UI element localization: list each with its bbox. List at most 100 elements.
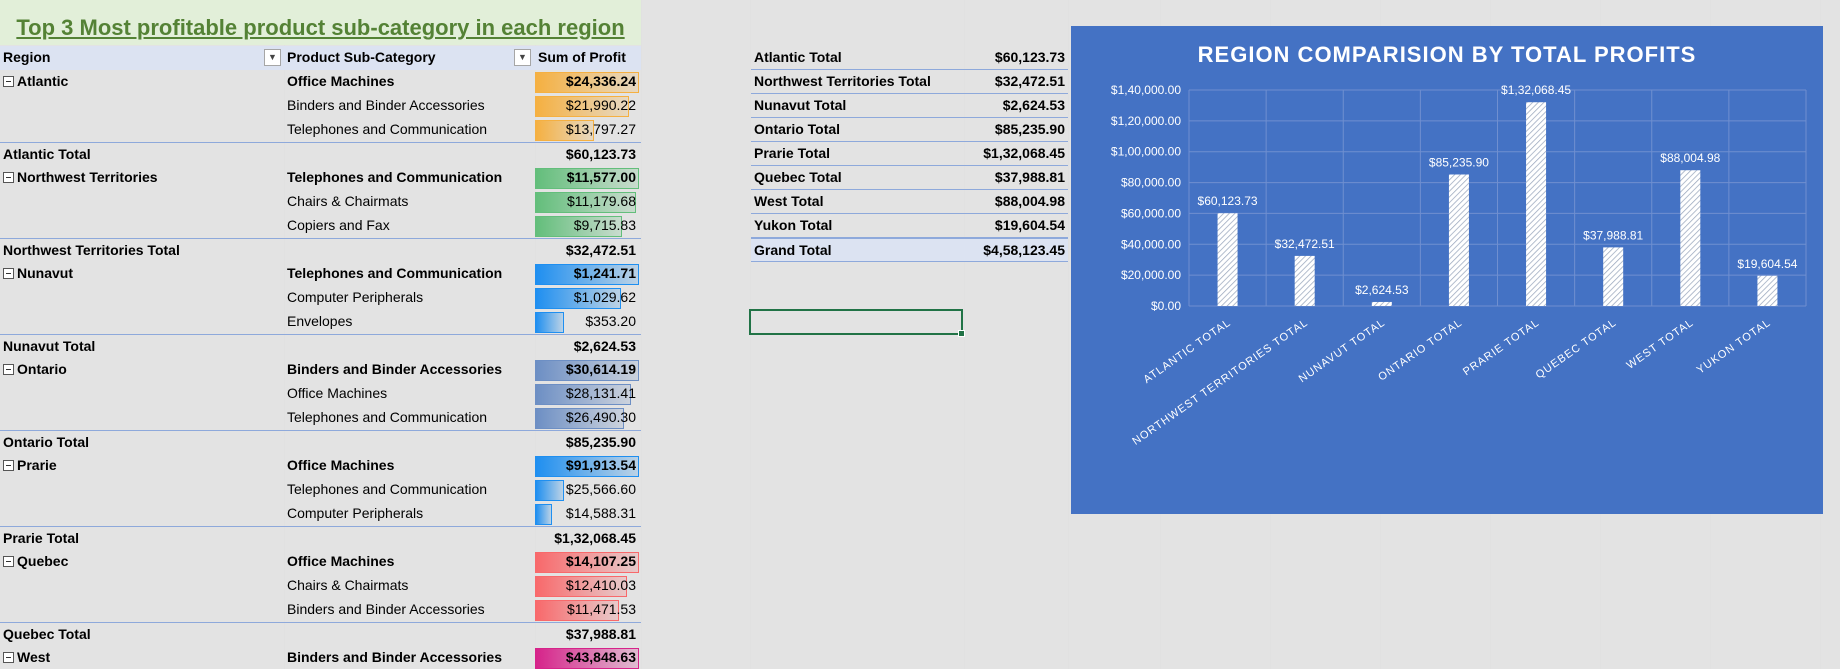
region-label[interactable]: Ontario: [3, 361, 67, 377]
collapse-toggle-icon[interactable]: [3, 364, 14, 375]
summary-row[interactable]: West Total $88,004.98: [751, 190, 1068, 214]
summary-row[interactable]: Prarie Total $1,32,068.45: [751, 142, 1068, 166]
summary-value: $88,004.98: [994, 193, 1065, 209]
subcategory-cell[interactable]: Telephones and Communication: [287, 169, 502, 185]
pivot-row[interactable]: Computer Peripherals $14,588.31: [0, 502, 641, 526]
pivot-row[interactable]: Binders and Binder Accessories $11,471.53: [0, 598, 641, 622]
profit-cell[interactable]: $28,131.41: [535, 384, 639, 405]
summary-row[interactable]: Quebec Total $37,988.81: [751, 166, 1068, 190]
profit-cell[interactable]: $60,123.73: [535, 145, 639, 166]
subcategory-cell[interactable]: Chairs & Chairmats: [287, 577, 408, 593]
pivot-row[interactable]: Atlantic Office Machines $24,336.24: [0, 70, 641, 94]
pivot-total-row[interactable]: Nunavut Total $2,624.53: [0, 334, 641, 358]
pivot-total-row[interactable]: Prarie Total $1,32,068.45: [0, 526, 641, 550]
subcategory-cell[interactable]: Binders and Binder Accessories: [287, 361, 502, 377]
collapse-toggle-icon[interactable]: [3, 268, 14, 279]
pivot-row[interactable]: Quebec Office Machines $14,107.25: [0, 550, 641, 574]
summary-row[interactable]: Atlantic Total $60,123.73: [751, 46, 1068, 70]
profit-cell[interactable]: $91,913.54: [535, 456, 639, 477]
subcategory-cell[interactable]: Chairs & Chairmats: [287, 193, 408, 209]
subcategory-cell[interactable]: Telephones and Communication: [287, 409, 487, 425]
pivot-total-row[interactable]: Northwest Territories Total $32,472.51: [0, 238, 641, 262]
profit-cell[interactable]: $13,797.27: [535, 120, 639, 141]
subcategory-cell[interactable]: Office Machines: [287, 385, 387, 401]
subcategory-cell[interactable]: Envelopes: [287, 313, 352, 329]
subcategory-cell[interactable]: Computer Peripherals: [287, 505, 423, 521]
region-label[interactable]: West: [3, 649, 50, 665]
selected-cell[interactable]: [749, 309, 965, 337]
pivot-row[interactable]: Telephones and Communication $26,490.30: [0, 406, 641, 430]
pivot-row[interactable]: Chairs & Chairmats $11,179.68: [0, 190, 641, 214]
header-subcategory[interactable]: Product Sub-Category: [287, 49, 436, 65]
pivot-row[interactable]: Envelopes $353.20: [0, 310, 641, 334]
pivot-row[interactable]: Binders and Binder Accessories $21,990.22: [0, 94, 641, 118]
subcategory-cell[interactable]: Binders and Binder Accessories: [287, 97, 485, 113]
collapse-toggle-icon[interactable]: [3, 652, 14, 663]
subcategory-cell[interactable]: Office Machines: [287, 457, 394, 473]
pivot-total-row[interactable]: Atlantic Total $60,123.73: [0, 142, 641, 166]
profit-cell[interactable]: $11,471.53: [535, 600, 639, 621]
grand-total-row[interactable]: Grand Total $4,58,123.45: [751, 238, 1068, 262]
subcategory-filter-dropdown[interactable]: ▼: [514, 49, 531, 66]
pivot-row[interactable]: Nunavut Telephones and Communication $1,24…: [0, 262, 641, 286]
pivot-row[interactable]: Chairs & Chairmats $12,410.03: [0, 574, 641, 598]
profit-cell[interactable]: $9,715.83: [535, 216, 639, 237]
profit-cell[interactable]: $11,179.68: [535, 192, 639, 213]
pivot-row[interactable]: Northwest Territories Telephones and Comm…: [0, 166, 641, 190]
profit-cell[interactable]: $21,990.22: [535, 96, 639, 117]
subcategory-cell[interactable]: Binders and Binder Accessories: [287, 601, 485, 617]
pivot-total-row[interactable]: Ontario Total $85,235.90: [0, 430, 641, 454]
profit-cell[interactable]: $1,029.62: [535, 288, 639, 309]
profit-cell[interactable]: $37,988.81: [535, 625, 639, 646]
subcategory-cell[interactable]: Telephones and Communication: [287, 265, 502, 281]
profit-cell[interactable]: $12,410.03: [535, 576, 639, 597]
collapse-toggle-icon[interactable]: [3, 556, 14, 567]
header-region[interactable]: Region: [3, 49, 50, 65]
profit-cell[interactable]: $24,336.24: [535, 72, 639, 93]
pivot-row[interactable]: Ontario Binders and Binder Accessories $30…: [0, 358, 641, 382]
collapse-toggle-icon[interactable]: [3, 76, 14, 87]
profit-cell[interactable]: $353.20: [535, 312, 639, 333]
collapse-toggle-icon[interactable]: [3, 460, 14, 471]
region-label[interactable]: Northwest Territories: [3, 169, 158, 185]
subcategory-cell[interactable]: Office Machines: [287, 73, 394, 89]
pivot-row[interactable]: Computer Peripherals $1,029.62: [0, 286, 641, 310]
region-filter-dropdown[interactable]: ▼: [264, 49, 281, 66]
region-label[interactable]: Quebec: [3, 553, 68, 569]
profit-cell[interactable]: $25,566.60: [535, 480, 639, 501]
pivot-row[interactable]: Telephones and Communication $25,566.60: [0, 478, 641, 502]
region-label[interactable]: Atlantic: [3, 73, 68, 89]
pivot-row[interactable]: Prarie Office Machines $91,913.54: [0, 454, 641, 478]
region-label[interactable]: Nunavut: [3, 265, 73, 281]
profit-cell[interactable]: $1,32,068.45: [535, 529, 639, 550]
profit-cell[interactable]: $43,848.63: [535, 648, 639, 669]
pivot-row[interactable]: Office Machines $28,131.41: [0, 382, 641, 406]
region-label[interactable]: Prarie: [3, 457, 57, 473]
pivot-total-row[interactable]: Quebec Total $37,988.81: [0, 622, 641, 646]
profit-cell[interactable]: $26,490.30: [535, 408, 639, 429]
profit-cell[interactable]: $30,614.19: [535, 360, 639, 381]
pivot-row[interactable]: West Binders and Binder Accessories $43,84…: [0, 646, 641, 669]
collapse-toggle-icon[interactable]: [3, 172, 14, 183]
profit-cell[interactable]: $1,241.71: [535, 264, 639, 285]
profit-cell[interactable]: $14,588.31: [535, 504, 639, 525]
subcategory-cell[interactable]: Copiers and Fax: [287, 217, 390, 233]
profit-cell[interactable]: $2,624.53: [535, 337, 639, 358]
subcategory-cell[interactable]: Office Machines: [287, 553, 394, 569]
profit-cell[interactable]: $32,472.51: [535, 241, 639, 262]
subcategory-cell[interactable]: Telephones and Communication: [287, 481, 487, 497]
subcategory-cell[interactable]: Binders and Binder Accessories: [287, 649, 502, 665]
pivot-row[interactable]: Telephones and Communication $13,797.27: [0, 118, 641, 142]
subcategory-cell[interactable]: Telephones and Communication: [287, 121, 487, 137]
summary-row[interactable]: Yukon Total $19,604.54: [751, 214, 1068, 238]
profit-cell[interactable]: $14,107.25: [535, 552, 639, 573]
profit-chart[interactable]: REGION COMPARISION BY TOTAL PROFITS $0.0…: [1071, 26, 1823, 514]
summary-row[interactable]: Northwest Territories Total $32,472.51: [751, 70, 1068, 94]
summary-row[interactable]: Ontario Total $85,235.90: [751, 118, 1068, 142]
header-profit[interactable]: Sum of Profit: [538, 49, 626, 65]
summary-row[interactable]: Nunavut Total $2,624.53: [751, 94, 1068, 118]
subcategory-cell[interactable]: Computer Peripherals: [287, 289, 423, 305]
profit-cell[interactable]: $11,577.00: [535, 168, 639, 189]
profit-cell[interactable]: $85,235.90: [535, 433, 639, 454]
pivot-row[interactable]: Copiers and Fax $9,715.83: [0, 214, 641, 238]
